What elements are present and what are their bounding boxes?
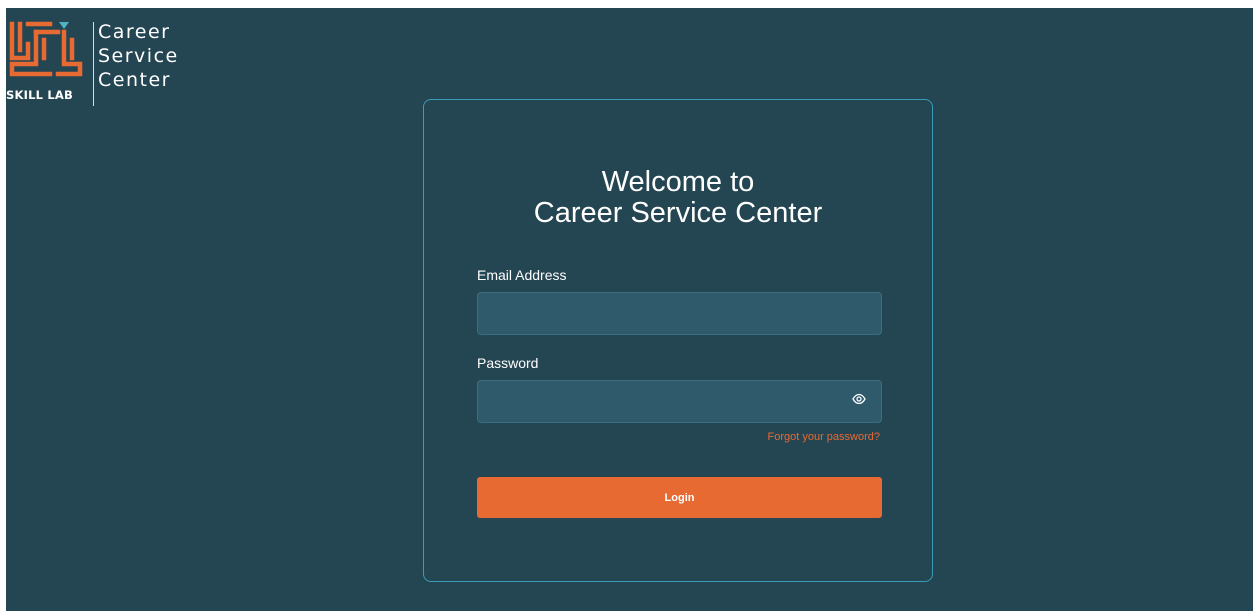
logo-divider [93,22,94,106]
skill-lab-logo-mark: SKILL LAB [6,18,92,110]
brand-name-line-1: Career [98,21,171,43]
brand-name-line-2: Service [98,45,179,67]
brand-name: Career Service Center [98,20,179,92]
email-field[interactable] [477,292,882,335]
login-page: SKILL LAB Career Service Center Welcome … [6,8,1253,611]
eye-icon[interactable] [852,392,866,406]
brand-logo: SKILL LAB Career Service Center [6,18,186,110]
password-field[interactable] [477,380,882,423]
forgot-password-link[interactable]: Forgot your password? [768,431,881,443]
skill-lab-wordmark: SKILL LAB [6,88,73,102]
login-button[interactable]: Login [477,477,882,518]
login-card: Welcome to Career Service Center Email A… [423,99,933,582]
title-line-1: Welcome to [601,166,755,198]
page-title: Welcome to Career Service Center [424,167,932,229]
brand-name-line-3: Center [98,69,171,91]
email-label: Email Address [477,267,567,283]
password-label: Password [477,355,539,371]
title-line-2: Career Service Center [533,197,823,229]
